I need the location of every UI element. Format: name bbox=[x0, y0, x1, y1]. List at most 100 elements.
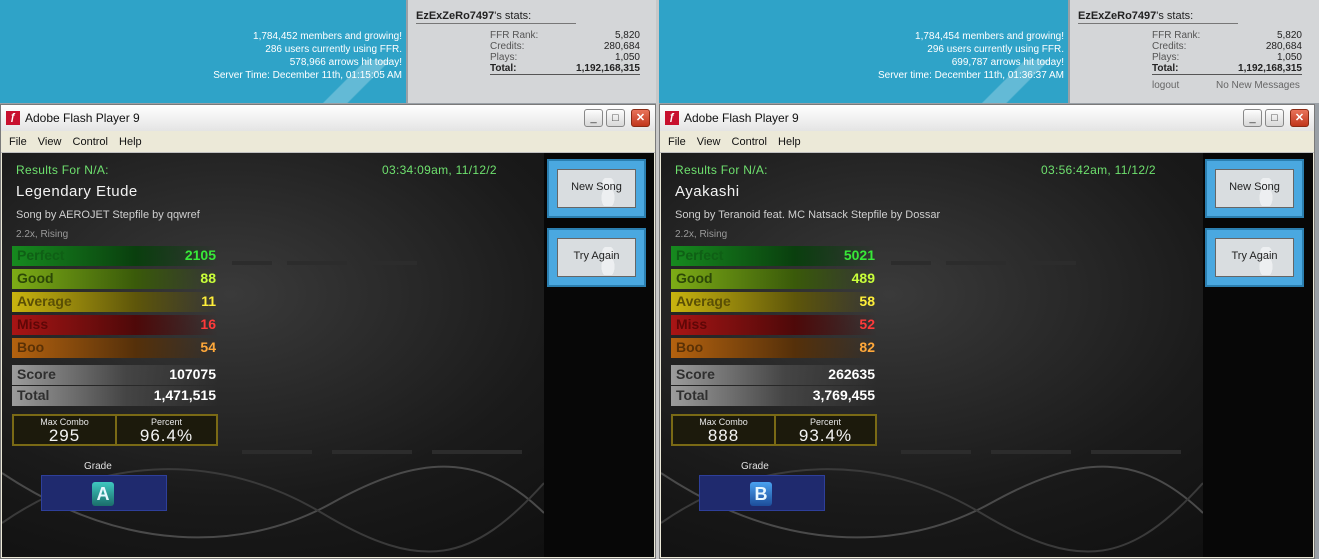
user-stats-box: EzExZeRo7497's stats: FFR Rank: 5,820 Cre… bbox=[407, 0, 656, 103]
background-dash bbox=[232, 261, 272, 265]
ffr-rank-value: 5,820 bbox=[614, 30, 640, 41]
perfect-count: 2105 bbox=[184, 247, 216, 263]
combo-percent-box: Max Combo 888 Percent 93.4% bbox=[671, 414, 877, 446]
try-again-button[interactable]: Try Again bbox=[547, 228, 646, 287]
credits-value: 280,684 bbox=[603, 41, 640, 52]
try-again-button[interactable]: Try Again bbox=[1205, 228, 1304, 287]
window-title: Adobe Flash Player 9 bbox=[684, 111, 799, 125]
perfect-row: Perfect 2105 bbox=[12, 246, 218, 266]
miss-count: 52 bbox=[859, 316, 875, 332]
close-button[interactable]: ✕ bbox=[1290, 109, 1309, 127]
total-score-label: Total bbox=[17, 387, 50, 403]
song-byline: Song by AEROJET Stepfile by qqwref bbox=[16, 209, 200, 221]
try-again-label: Try Again bbox=[573, 250, 620, 262]
ffr-rank-value: 5,820 bbox=[1276, 30, 1302, 41]
good-row: Good 88 bbox=[12, 269, 218, 289]
menu-file[interactable]: File bbox=[9, 132, 27, 152]
stats-title: EzExZeRo7497's stats: bbox=[1078, 10, 1238, 24]
perfect-label: Perfect bbox=[676, 247, 724, 263]
song-title: Legendary Etude bbox=[16, 183, 138, 200]
score-row: Score 262635 bbox=[671, 365, 877, 385]
perfect-label: Perfect bbox=[17, 247, 65, 263]
good-count: 88 bbox=[200, 270, 216, 286]
credits-label: Credits: bbox=[1152, 41, 1187, 52]
total-row: Total: 1,192,168,315 bbox=[1152, 63, 1302, 75]
credits-row: Credits: 280,684 bbox=[490, 41, 640, 52]
results-header: Results For N/A: bbox=[16, 163, 109, 177]
percent-cell: Percent 96.4% bbox=[115, 416, 216, 445]
menu-file[interactable]: File bbox=[668, 132, 686, 152]
score-value: 107075 bbox=[169, 366, 216, 382]
average-label: Average bbox=[17, 293, 72, 309]
site-stats-text: 1,784,452 members and growing! 286 users… bbox=[213, 30, 402, 82]
score-label: Score bbox=[676, 366, 715, 382]
percent-value: 96.4% bbox=[139, 426, 194, 445]
results-screen: Results For N/A: 03:56:42am, 11/12/2 Aya… bbox=[661, 153, 1313, 557]
perfect-row: Perfect 5021 bbox=[671, 246, 877, 266]
percent-value: 93.4% bbox=[798, 426, 853, 445]
miss-label: Miss bbox=[676, 316, 708, 332]
window-titlebar[interactable]: ƒ Adobe Flash Player 9 _ □ ✕ bbox=[660, 105, 1314, 131]
try-again-button-face: Try Again bbox=[1215, 238, 1294, 277]
total-score-row: Total 1,471,515 bbox=[12, 386, 218, 406]
total-score-label: Total bbox=[676, 387, 709, 403]
logout-link[interactable]: logout bbox=[1152, 80, 1179, 91]
boo-row: Boo 54 bbox=[12, 338, 218, 358]
menu-control[interactable]: Control bbox=[732, 132, 767, 152]
miss-label: Miss bbox=[17, 316, 49, 332]
close-button[interactable]: ✕ bbox=[631, 109, 650, 127]
minimize-button[interactable]: _ bbox=[584, 109, 603, 127]
menu-bar: File View Control Help bbox=[1, 132, 655, 153]
flash-player-icon: ƒ bbox=[665, 111, 679, 125]
background-dash bbox=[891, 261, 931, 265]
background-dash bbox=[287, 261, 347, 265]
total-score-value: 1,471,515 bbox=[153, 387, 216, 403]
miss-row: Miss 52 bbox=[671, 315, 877, 335]
results-screen: Results For N/A: 03:34:09am, 11/12/2 Leg… bbox=[2, 153, 654, 557]
maximize-button[interactable]: □ bbox=[1265, 109, 1284, 127]
percent-cell: Percent 93.4% bbox=[774, 416, 875, 445]
score-row: Score 107075 bbox=[12, 365, 218, 385]
members-count: 1,784,452 members and growing! bbox=[253, 31, 402, 42]
boo-row: Boo 82 bbox=[671, 338, 877, 358]
new-song-button-face: New Song bbox=[557, 169, 636, 208]
messages-link[interactable]: No New Messages bbox=[1216, 80, 1300, 91]
username-link[interactable]: EzExZeRo7497 bbox=[416, 10, 494, 22]
good-row: Good 489 bbox=[671, 269, 877, 289]
site-stats-text: 1,784,454 members and growing! 296 users… bbox=[878, 30, 1064, 82]
menu-control[interactable]: Control bbox=[73, 132, 108, 152]
background-dash bbox=[362, 261, 417, 265]
maximize-button[interactable]: □ bbox=[606, 109, 625, 127]
window-titlebar[interactable]: ƒ Adobe Flash Player 9 _ □ ✕ bbox=[1, 105, 655, 131]
username-link[interactable]: EzExZeRo7497 bbox=[1078, 10, 1156, 22]
minimize-button[interactable]: _ bbox=[1243, 109, 1262, 127]
stats-title: EzExZeRo7497's stats: bbox=[416, 10, 576, 24]
right-screenshot-panel: 1,784,454 members and growing! 296 users… bbox=[659, 0, 1319, 559]
menu-help[interactable]: Help bbox=[778, 132, 801, 152]
stats-title-suffix: 's stats: bbox=[1156, 10, 1194, 22]
new-song-button[interactable]: New Song bbox=[1205, 159, 1304, 218]
menu-view[interactable]: View bbox=[697, 132, 721, 152]
ffr-rank-row: FFR Rank: 5,820 bbox=[1152, 30, 1302, 41]
new-song-button[interactable]: New Song bbox=[547, 159, 646, 218]
menu-help[interactable]: Help bbox=[119, 132, 142, 152]
results-timestamp: 03:56:42am, 11/12/2 bbox=[1041, 163, 1156, 177]
max-combo-value: 295 bbox=[48, 426, 81, 445]
grade-letter: B bbox=[750, 482, 772, 506]
menu-view[interactable]: View bbox=[38, 132, 62, 152]
total-row: Total: 1,192,168,315 bbox=[490, 63, 640, 75]
ffr-rank-label: FFR Rank: bbox=[1152, 30, 1201, 41]
total-value: 1,192,168,315 bbox=[1238, 63, 1302, 74]
users-online: 286 users currently using FFR. bbox=[265, 44, 402, 55]
ffr-rank-row: FFR Rank: 5,820 bbox=[490, 30, 640, 41]
plays-label: Plays: bbox=[1152, 52, 1180, 63]
boo-label: Boo bbox=[17, 339, 45, 355]
new-song-label: New Song bbox=[1229, 181, 1280, 193]
try-again-label: Try Again bbox=[1231, 250, 1278, 262]
total-label: Total: bbox=[1152, 63, 1179, 74]
credits-row: Credits: 280,684 bbox=[1152, 41, 1302, 52]
song-byline: Song by Teranoid feat. MC Natsack Stepfi… bbox=[675, 209, 941, 221]
stats-title-suffix: 's stats: bbox=[494, 10, 532, 22]
grade-box: B bbox=[699, 475, 825, 511]
plays-value: 1,050 bbox=[1276, 52, 1302, 63]
